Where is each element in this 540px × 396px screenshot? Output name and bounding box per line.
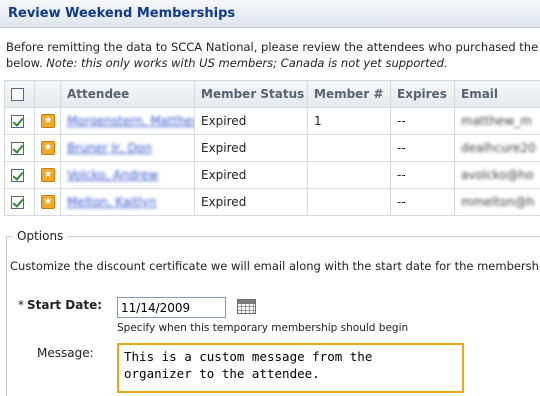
intro-line-1: Before remitting the data to SCCA Nation…: [6, 39, 540, 55]
email-text: dealhcure20: [461, 141, 536, 155]
select-all-checkbox[interactable]: [11, 88, 24, 101]
attendee-link[interactable]: Volcko, Andrew: [67, 168, 158, 182]
table-row: ★ Bruner Jr, Don Expired -- dealhcure20: [5, 135, 540, 162]
star-cell: ★: [35, 162, 61, 189]
attendee-link[interactable]: Melton, Kaitlyn: [67, 195, 156, 209]
status-cell: Expired: [195, 162, 308, 189]
column-header-attendee[interactable]: Attendee: [61, 81, 195, 108]
title-bar: Review Weekend Memberships: [0, 0, 540, 28]
star-column-header: [35, 81, 61, 108]
status-cell: Expired: [195, 135, 308, 162]
intro-line-2-plain: below.: [6, 56, 46, 70]
email-text: matthew_m: [461, 114, 532, 128]
status-cell: Expired: [195, 189, 308, 216]
attendee-cell: Volcko, Andrew: [61, 162, 195, 189]
table-row: ★ Melton, Kaitlyn Expired -- mmelton@h: [5, 189, 540, 216]
start-date-input[interactable]: [117, 297, 226, 318]
star-icon: ★: [41, 168, 55, 182]
email-cell: avolcko@ho: [455, 162, 540, 189]
intro-text: Before remitting the data to SCCA Nation…: [6, 39, 540, 71]
row-select-cell[interactable]: [5, 135, 35, 162]
member-number-cell: [308, 189, 391, 216]
star-cell: ★: [35, 135, 61, 162]
start-date-label: *Start Date:: [18, 298, 102, 312]
select-all-header[interactable]: [5, 81, 35, 108]
attendees-table: Attendee Member Status Member # Expires …: [4, 80, 540, 216]
email-cell: matthew_m: [455, 108, 540, 135]
expires-cell: --: [391, 108, 455, 135]
expires-cell: --: [391, 189, 455, 216]
column-header-member-status[interactable]: Member Status: [195, 81, 308, 108]
table-row: ★ Morgenstern, Matthew Expired 1 -- matt…: [5, 108, 540, 135]
email-text: avolcko@ho: [461, 168, 534, 182]
star-icon: ★: [41, 114, 55, 128]
email-cell: mmelton@h: [455, 189, 540, 216]
expires-cell: --: [391, 135, 455, 162]
expires-cell: --: [391, 162, 455, 189]
attendee-cell: Melton, Kaitlyn: [61, 189, 195, 216]
row-select-cell[interactable]: [5, 189, 35, 216]
start-date-hint: Specify when this temporary membership s…: [117, 322, 408, 334]
member-number-cell: [308, 135, 391, 162]
star-cell: ★: [35, 108, 61, 135]
column-header-expires[interactable]: Expires: [391, 81, 455, 108]
star-cell: ★: [35, 189, 61, 216]
star-icon: ★: [41, 141, 55, 155]
email-cell: dealhcure20: [455, 135, 540, 162]
member-number-cell: [308, 162, 391, 189]
row-checkbox[interactable]: [11, 169, 24, 182]
email-text: mmelton@h: [461, 195, 534, 209]
column-header-email[interactable]: Email: [455, 81, 540, 108]
attendee-cell: Morgenstern, Matthew: [61, 108, 195, 135]
message-label: Message:: [37, 346, 94, 360]
page-title: Review Weekend Memberships: [8, 6, 235, 21]
member-number-cell: 1: [308, 108, 391, 135]
status-cell: Expired: [195, 108, 308, 135]
attendee-cell: Bruner Jr, Don: [61, 135, 195, 162]
intro-line-2: below. Note: this only works with US mem…: [6, 55, 540, 71]
intro-note: Note: this only works with US members; C…: [46, 56, 447, 70]
row-select-cell[interactable]: [5, 162, 35, 189]
table-row: ★ Volcko, Andrew Expired -- avolcko@ho: [5, 162, 540, 189]
calendar-icon[interactable]: [237, 299, 256, 314]
attendee-link[interactable]: Bruner Jr, Don: [67, 141, 152, 155]
table-header-row: Attendee Member Status Member # Expires …: [5, 81, 540, 108]
row-checkbox[interactable]: [11, 142, 24, 155]
row-checkbox[interactable]: [11, 115, 24, 128]
start-date-label-text: Start Date:: [27, 298, 102, 312]
required-mark: *: [18, 298, 24, 312]
options-legend: Options: [13, 229, 67, 243]
message-textarea[interactable]: This is a custom message from the organi…: [117, 343, 464, 393]
options-description: Customize the discount certificate we wi…: [10, 259, 540, 273]
attendee-link[interactable]: Morgenstern, Matthew: [67, 114, 195, 128]
column-header-member-number[interactable]: Member #: [308, 81, 391, 108]
row-checkbox[interactable]: [11, 196, 24, 209]
row-select-cell[interactable]: [5, 108, 35, 135]
star-icon: ★: [41, 195, 55, 209]
